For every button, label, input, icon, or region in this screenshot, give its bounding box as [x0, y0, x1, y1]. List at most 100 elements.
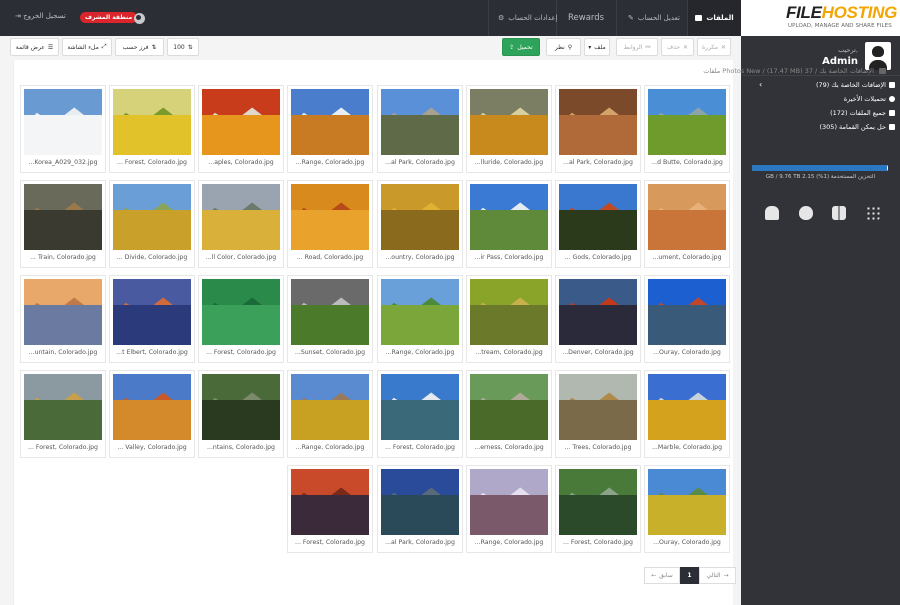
thumbnail-image[interactable]: [202, 279, 280, 345]
thumbnail-image[interactable]: [648, 184, 726, 250]
chevron-left-icon[interactable]: ‹: [759, 78, 762, 92]
thumbnail-image[interactable]: [648, 374, 726, 440]
windows-icon[interactable]: [832, 206, 847, 220]
thumbnail-image[interactable]: [113, 89, 191, 155]
file-thumbnail[interactable]: ...untain, Colorado.jpg: [20, 275, 106, 363]
file-thumbnail[interactable]: ...Denver, Colorado.jpg: [555, 275, 641, 363]
nav-account-edit[interactable]: ✎ تعديل الحساب: [628, 0, 680, 36]
file-thumbnail[interactable]: ...al Park, Colorado.jpg: [377, 85, 463, 173]
thumbnail-image[interactable]: [559, 469, 637, 535]
file-thumbnail[interactable]: ...ountry, Colorado.jpg: [377, 180, 463, 268]
thumbnail-image[interactable]: [648, 469, 726, 535]
thumbnail-image[interactable]: [559, 279, 637, 345]
duplicate-button[interactable]: مكررة ✕: [697, 38, 731, 56]
logout-link[interactable]: ⇥ تسجيل الخروج: [15, 12, 66, 20]
file-thumbnail[interactable]: ... Forest, Colorado.jpg: [287, 465, 373, 553]
list-view-button[interactable]: عرض قائمة ☰: [10, 38, 59, 56]
file-thumbnail[interactable]: ...ntains, Colorado.jpg: [198, 370, 284, 458]
nav-account-settings[interactable]: ⚙ إعدادات الحساب: [498, 0, 557, 36]
file-thumbnail[interactable]: ...al Park, Colorado.jpg: [555, 85, 641, 173]
blackberry-icon[interactable]: [865, 206, 880, 220]
file-thumbnail[interactable]: ...ll Color, Colorado.jpg: [198, 180, 284, 268]
thumbnail-image[interactable]: [470, 469, 548, 535]
file-thumbnail[interactable]: ...tream, Colorado.jpg: [466, 275, 552, 363]
breadcrumb-folder[interactable]: Photos New: [722, 67, 760, 75]
username[interactable]: Admin: [822, 56, 858, 67]
thumbnail-image[interactable]: [381, 469, 459, 535]
file-thumbnail[interactable]: ...ument, Colorado.jpg: [644, 180, 730, 268]
file-thumbnail[interactable]: ... Forest, Colorado.jpg: [20, 370, 106, 458]
thumbnail-image[interactable]: [470, 279, 548, 345]
file-thumbnail[interactable]: ...Range, Colorado.jpg: [377, 275, 463, 363]
file-thumbnail[interactable]: ... Divide, Colorado.jpg: [109, 180, 195, 268]
sidebar-item-trash[interactable]: حل يمكن القمامة (305): [741, 120, 900, 134]
thumbnail-image[interactable]: [381, 374, 459, 440]
upload-button[interactable]: ⇪ تحميل: [502, 38, 540, 56]
thumbnail-image[interactable]: [381, 89, 459, 155]
pagination-prev[interactable]: ← سابق: [644, 567, 680, 584]
file-thumbnail[interactable]: ...Ouray, Colorado.jpg: [644, 465, 730, 553]
file-thumbnail[interactable]: ...al Park, Colorado.jpg: [377, 465, 463, 553]
file-thumbnail[interactable]: ...t Elbert, Colorado.jpg: [109, 275, 195, 363]
thumbnail-image[interactable]: [24, 279, 102, 345]
thumbnail-image[interactable]: [202, 184, 280, 250]
thumbnail-image[interactable]: [470, 374, 548, 440]
globe-icon[interactable]: [134, 13, 145, 24]
file-thumbnail[interactable]: ... Train, Colorado.jpg: [20, 180, 106, 268]
file-thumbnail[interactable]: ... Forest, Colorado.jpg: [198, 275, 284, 363]
file-thumbnail[interactable]: ...erness, Colorado.jpg: [466, 370, 552, 458]
thumbnail-image[interactable]: [291, 184, 369, 250]
sidebar-item-recent-uploads[interactable]: تحميلات الأخيرة: [741, 92, 900, 106]
file-thumbnail[interactable]: ...aples, Colorado.jpg: [198, 85, 284, 173]
avatar[interactable]: [865, 42, 891, 70]
file-thumbnail[interactable]: ... Trees, Colorado.jpg: [555, 370, 641, 458]
thumbnail-image[interactable]: [202, 374, 280, 440]
links-button[interactable]: الروابط ⚯: [616, 38, 658, 56]
thumbnail-image[interactable]: [291, 279, 369, 345]
file-thumbnail[interactable]: ...Korea_A029_032.jpg: [20, 85, 106, 173]
breadcrumb-root[interactable]: الإضافات الخاصة بك: [819, 67, 874, 75]
thumbnail-image[interactable]: [559, 374, 637, 440]
pagination-next[interactable]: التالي →: [699, 567, 736, 584]
search-button[interactable]: نظر ⚲: [546, 38, 581, 56]
nav-rewards[interactable]: Rewards: [568, 0, 604, 36]
thumbnail-image[interactable]: [648, 279, 726, 345]
delete-button[interactable]: حذف ✕: [661, 38, 694, 56]
file-thumbnail[interactable]: ... Forest, Colorado.jpg: [555, 465, 641, 553]
thumbnail-image[interactable]: [113, 279, 191, 345]
sidebar-item-all-files[interactable]: جميع الملفات (172): [741, 106, 900, 120]
file-thumbnail[interactable]: ... Forest, Colorado.jpg: [109, 85, 195, 173]
file-thumbnail[interactable]: ...d Butte, Colorado.jpg: [644, 85, 730, 173]
thumbnail-image[interactable]: [648, 89, 726, 155]
file-thumbnail[interactable]: ...lluride, Colorado.jpg: [466, 85, 552, 173]
pagination-current-page[interactable]: 1: [680, 567, 699, 584]
thumbnail-image[interactable]: [24, 374, 102, 440]
thumbnail-image[interactable]: [381, 184, 459, 250]
nav-files[interactable]: الملفات: [688, 0, 741, 36]
thumbnail-image[interactable]: [24, 89, 102, 155]
thumbnail-image[interactable]: [24, 184, 102, 250]
thumbnail-image[interactable]: [559, 184, 637, 250]
android-icon[interactable]: [765, 206, 779, 220]
thumbnail-image[interactable]: [291, 89, 369, 155]
file-thumbnail[interactable]: ... Forest, Colorado.jpg: [377, 370, 463, 458]
thumbnail-image[interactable]: [113, 184, 191, 250]
fullscreen-button[interactable]: ملء الشاشة ⤢: [62, 38, 112, 56]
thumbnail-image[interactable]: [113, 374, 191, 440]
sidebar-item-your-uploads[interactable]: ‹ الإضافات الخاصة بك (79): [741, 78, 900, 92]
file-menu-button[interactable]: ▾ ملف: [584, 38, 610, 56]
thumbnail-image[interactable]: [470, 184, 548, 250]
thumbnail-image[interactable]: [291, 469, 369, 535]
file-thumbnail[interactable]: ...Range, Colorado.jpg: [287, 370, 373, 458]
thumbnail-image[interactable]: [559, 89, 637, 155]
file-thumbnail[interactable]: ... Valley, Colorado.jpg: [109, 370, 195, 458]
thumbnail-image[interactable]: [470, 89, 548, 155]
thumbnail-image[interactable]: [202, 89, 280, 155]
file-thumbnail[interactable]: ...Range, Colorado.jpg: [466, 465, 552, 553]
logo[interactable]: FILEHOSTING UPLOAD, MANAGE AND SHARE FIL…: [741, 0, 900, 36]
per-page-select[interactable]: 100 ⇅: [167, 38, 199, 56]
sort-by-select[interactable]: فرز حسب ⇅: [115, 38, 164, 56]
file-thumbnail[interactable]: ... Gods, Colorado.jpg: [555, 180, 641, 268]
file-thumbnail[interactable]: ...Marble, Colorado.jpg: [644, 370, 730, 458]
admin-area-badge[interactable]: منطقة المشرف: [80, 12, 138, 23]
